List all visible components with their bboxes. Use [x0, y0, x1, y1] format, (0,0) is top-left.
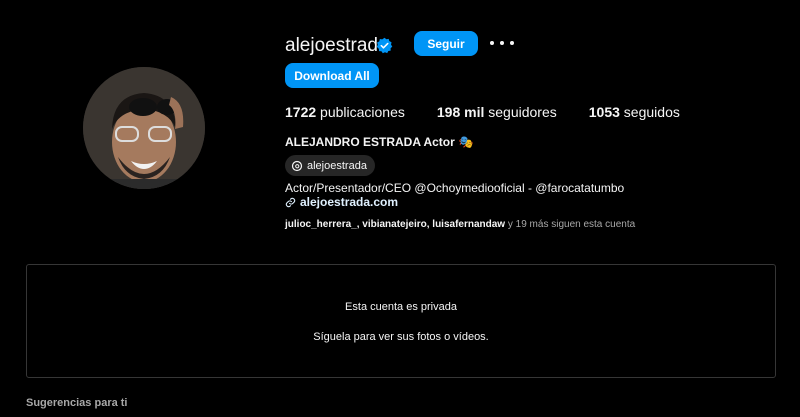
threads-link[interactable]: alejoestrada — [285, 155, 375, 176]
followers-stat[interactable]: 198 mil seguidores — [437, 104, 557, 120]
profile-username: alejoestrada — [285, 35, 389, 56]
followed-by-suffix: y 19 más siguen esta cuenta — [505, 219, 636, 230]
private-title: Esta cuenta es privada — [345, 301, 457, 313]
profile-link-text: alejoestrada.com — [300, 195, 399, 209]
follow-button[interactable]: Seguir — [414, 31, 478, 56]
private-subtitle: Síguela para ver sus fotos o vídeos. — [313, 331, 489, 343]
avatar-photo — [83, 67, 205, 189]
following-count: 1053 — [588, 104, 620, 120]
private-account-box: Esta cuenta es privada Síguela para ver … — [26, 264, 776, 378]
following-label: seguidos — [619, 104, 680, 120]
avatar[interactable] — [83, 67, 205, 189]
full-name: ALEJANDRO ESTRADA Actor 🎭 — [285, 135, 474, 149]
followed-by-names: julioc_herrera_, vibianatejeiro, luisafe… — [285, 219, 506, 230]
threads-icon — [291, 160, 303, 172]
more-options-icon[interactable] — [490, 33, 514, 53]
full-name-text: ALEJANDRO ESTRADA Actor — [285, 135, 455, 149]
verified-badge-icon — [376, 37, 393, 54]
following-stat[interactable]: 1053 seguidos — [589, 104, 680, 120]
followers-count: 198 mil — [436, 104, 485, 120]
bio-description: Actor/Presentador/CEO @Ochoymediooficial… — [285, 181, 625, 195]
posts-stat: 1722 publicaciones — [285, 104, 405, 120]
followed-by[interactable]: julioc_herrera_, vibianatejeiro, luisafe… — [285, 219, 635, 230]
posts-label: publicaciones — [316, 104, 405, 120]
posts-count: 1722 — [285, 104, 317, 120]
theater-masks-icon: 🎭 — [458, 135, 474, 149]
profile-link[interactable]: alejoestrada.com — [285, 195, 398, 209]
link-icon — [285, 197, 296, 208]
threads-handle: alejoestrada — [307, 159, 367, 172]
profile-stats: 1722 publicaciones 198 mil seguidores 10… — [285, 104, 712, 120]
suggestions-heading: Sugerencias para ti — [26, 397, 128, 409]
followers-label: seguidores — [484, 104, 557, 120]
download-all-button[interactable]: Download All — [285, 63, 379, 88]
